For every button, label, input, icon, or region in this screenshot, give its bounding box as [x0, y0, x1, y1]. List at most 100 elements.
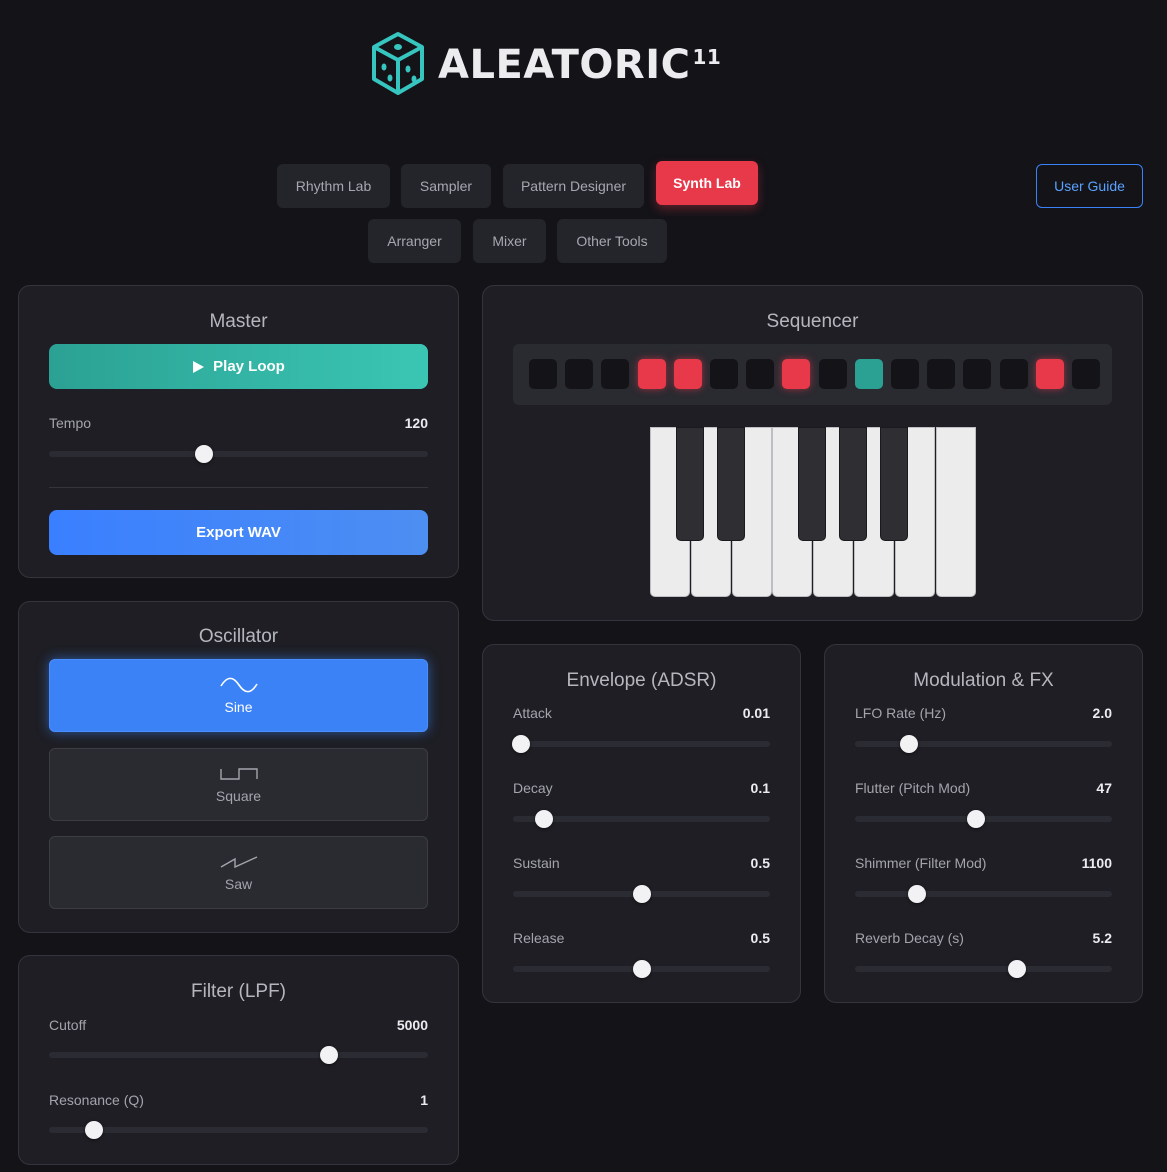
slider-thumb[interactable] [85, 1121, 104, 1139]
sequencer-step[interactable] [601, 359, 630, 389]
sequencer-step[interactable] [673, 359, 702, 389]
sequencer-step[interactable] [1072, 359, 1100, 389]
reverb-decay-value: 5.2 [1092, 930, 1112, 946]
slider-thumb[interactable] [511, 735, 530, 753]
osc-saw-button[interactable]: Saw [49, 836, 428, 909]
saw-wave-icon [220, 855, 257, 868]
resonance-slider[interactable] [49, 1121, 428, 1139]
sine-wave-icon [219, 677, 258, 692]
sequencer-step[interactable] [818, 359, 847, 389]
sequencer-step[interactable] [746, 359, 775, 389]
lfo-rate-value: 2.0 [1092, 705, 1112, 721]
osc-saw-label: Saw [224, 875, 253, 892]
osc-sine-label: Sine [224, 698, 253, 715]
sequencer-step[interactable] [710, 359, 738, 389]
shimmer-label: Shimmer (Filter Mod) [855, 855, 987, 871]
tab-rhythm-lab[interactable]: Rhythm Lab [277, 164, 390, 208]
master-panel: Master Play Loop Tempo 120 Export WAV [18, 285, 459, 578]
sequencer-step[interactable] [999, 359, 1028, 389]
modulation-title: Modulation & FX [913, 670, 1054, 691]
slider-thumb[interactable] [966, 810, 985, 828]
reverb-decay-slider[interactable] [855, 960, 1112, 978]
slider-thumb[interactable] [195, 445, 214, 463]
export-wav-button[interactable]: Export WAV [49, 510, 428, 555]
tab-pattern-designer[interactable]: Pattern Designer [503, 164, 644, 208]
attack-slider[interactable] [511, 735, 770, 753]
user-guide-button[interactable]: User Guide [1036, 164, 1143, 208]
slider-thumb[interactable] [1007, 960, 1026, 978]
sequencer-step[interactable] [529, 359, 557, 389]
tempo-value: 120 [404, 415, 428, 431]
osc-square-button[interactable]: Square [49, 748, 428, 821]
release-label: Release [513, 930, 565, 946]
app-logo: ALEATORIC 11 [370, 30, 721, 100]
release-value: 0.5 [750, 930, 770, 946]
slider-thumb[interactable] [899, 735, 918, 753]
slider-thumb[interactable] [632, 885, 651, 903]
filter-panel: Filter (LPF) Cutoff 5000 Resonance (Q) 1 [18, 955, 459, 1165]
tempo-label: Tempo [49, 415, 92, 431]
app-title: ALEATORIC 11 [438, 42, 722, 88]
piano-keyboard [650, 427, 977, 599]
play-loop-label: Play Loop [213, 358, 285, 375]
sustain-slider[interactable] [513, 885, 770, 903]
modulation-panel: Modulation & FX LFO Rate (Hz) 2.0 Flutte… [824, 644, 1143, 1003]
play-loop-button[interactable]: Play Loop [49, 344, 428, 389]
sustain-label: Sustain [513, 855, 560, 871]
osc-square-label: Square [215, 787, 262, 804]
slider-thumb[interactable] [534, 810, 553, 828]
piano-black-key[interactable] [880, 427, 908, 541]
sequencer-step[interactable] [854, 359, 883, 389]
envelope-panel: Envelope (ADSR) Attack 0.01 Decay 0.1 Su… [482, 644, 801, 1003]
attack-label: Attack [513, 705, 552, 721]
sequencer-step[interactable] [782, 359, 811, 389]
cutoff-value: 5000 [396, 1017, 428, 1033]
tempo-slider[interactable] [49, 445, 428, 463]
oscillator-title: Oscillator [198, 626, 279, 647]
cutoff-label: Cutoff [49, 1017, 87, 1033]
oscillator-panel: Oscillator Sine Square Saw [18, 601, 459, 933]
shimmer-value: 1100 [1081, 855, 1112, 871]
tab-mixer[interactable]: Mixer [473, 219, 546, 263]
decay-label: Decay [513, 780, 553, 796]
sequencer-step[interactable] [927, 359, 956, 389]
resonance-label: Resonance (Q) [49, 1092, 144, 1108]
release-slider[interactable] [513, 960, 770, 978]
piano-black-key[interactable] [676, 427, 704, 541]
sequencer-step[interactable] [963, 359, 992, 389]
sequencer-step[interactable] [1035, 359, 1064, 389]
sequencer-step[interactable] [637, 359, 666, 389]
sustain-value: 0.5 [750, 855, 770, 871]
tab-sampler[interactable]: Sampler [401, 164, 491, 208]
sequencer-title: Sequencer [766, 311, 859, 332]
cutoff-slider[interactable] [49, 1046, 428, 1064]
reverb-decay-label: Reverb Decay (s) [855, 930, 964, 946]
slider-thumb[interactable] [632, 960, 651, 978]
slider-thumb[interactable] [907, 885, 926, 903]
tab-arranger[interactable]: Arranger [368, 219, 461, 263]
lfo-rate-slider[interactable] [855, 735, 1112, 753]
piano-black-key[interactable] [839, 427, 867, 541]
resonance-value: 1 [420, 1092, 428, 1108]
sequencer-step[interactable] [891, 359, 919, 389]
piano-black-key[interactable] [798, 427, 826, 541]
attack-value: 0.01 [742, 705, 770, 721]
lfo-rate-label: LFO Rate (Hz) [855, 705, 947, 721]
piano-black-key[interactable] [717, 427, 745, 541]
piano-white-key[interactable] [936, 427, 976, 597]
tab-other-tools[interactable]: Other Tools [557, 219, 667, 263]
sequencer-step[interactable] [565, 359, 594, 389]
osc-sine-button[interactable]: Sine [49, 659, 428, 732]
step-sequencer [513, 344, 1112, 405]
envelope-title: Envelope (ADSR) [566, 670, 717, 691]
sequencer-panel: Sequencer [482, 285, 1143, 621]
filter-title: Filter (LPF) [191, 981, 286, 1002]
tab-synth-lab[interactable]: Synth Lab [656, 161, 758, 205]
flutter-slider[interactable] [855, 810, 1112, 828]
master-title: Master [209, 311, 268, 332]
slider-thumb[interactable] [320, 1046, 339, 1064]
shimmer-slider[interactable] [855, 885, 1112, 903]
divider [49, 487, 428, 488]
decay-value: 0.1 [750, 780, 770, 796]
decay-slider[interactable] [513, 810, 770, 828]
